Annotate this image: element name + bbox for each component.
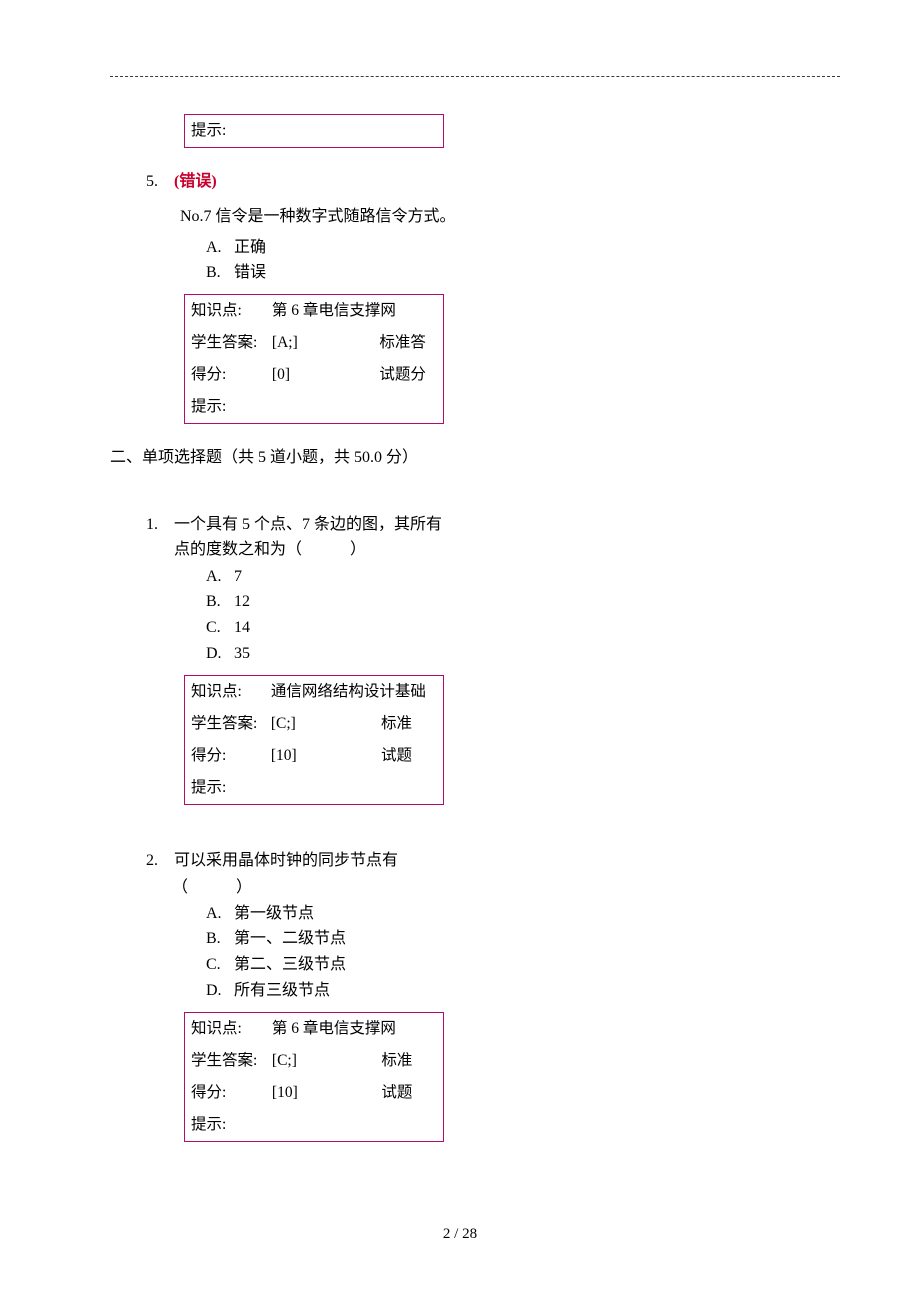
answer-box-q5: 知识点: 第 6 章电信支撑网 学生答案: [A;] 标准答 得分: [0] 试… [184, 294, 444, 424]
spacer [110, 473, 820, 513]
hint-label: 提示: [185, 391, 266, 424]
option-d: D.35 [206, 642, 820, 667]
kp-value: 第 6 章电信支撑网 [266, 1012, 444, 1045]
question-5-options: A.正确 B.错误 [206, 236, 820, 287]
question-number: 1. [146, 513, 170, 538]
option-d: D.所有三级节点 [206, 979, 820, 1004]
score-value: [10] [266, 1077, 375, 1109]
question-2-text-line2: （ ） [172, 876, 820, 901]
question-1-options: A.7 B.12 C.14 D.35 [206, 565, 820, 667]
standard-cut: 标准 [375, 708, 443, 740]
question-number: 2. [146, 849, 170, 874]
score-label: 得分: [185, 359, 266, 391]
option-b: B.第一、二级节点 [206, 927, 820, 952]
student-answer-value: [A;] [266, 327, 373, 359]
page-footer: 2 / 28 [0, 1223, 920, 1246]
spacer [110, 827, 820, 849]
kp-value: 第 6 章电信支撑网 [266, 295, 444, 328]
kp-value: 通信网络结构设计基础 [265, 675, 444, 708]
hint-label: 提示: [185, 1109, 266, 1142]
question-2-text-line1: 可以采用晶体时钟的同步节点有 [174, 852, 398, 869]
kp-label: 知识点: [185, 295, 266, 328]
option-b: B.12 [206, 590, 820, 615]
student-answer-value: [C;] [265, 708, 375, 740]
standard-cut: 标准 [375, 1045, 443, 1077]
kp-label: 知识点: [185, 675, 265, 708]
fullscore-cut: 试题 [375, 740, 443, 772]
kp-label: 知识点: [185, 1012, 266, 1045]
option-a: A.第一级节点 [206, 902, 820, 927]
score-value: [10] [265, 740, 375, 772]
question-2-options: A.第一级节点 B.第一、二级节点 C.第二、三级节点 D.所有三级节点 [206, 902, 820, 1004]
fullscore-cut: 试题 [375, 1077, 443, 1109]
option-c: C.14 [206, 616, 820, 641]
hint-label: 提示: [185, 772, 265, 805]
option-a: A.7 [206, 565, 820, 590]
student-answer-label: 学生答案: [185, 708, 265, 740]
answer-box-prev: 提示: [184, 114, 444, 148]
fullscore-cut: 试题分 [373, 359, 443, 391]
question-5-header: 5. (错误) [146, 170, 820, 195]
student-answer-label: 学生答案: [185, 1045, 266, 1077]
status-badge: (错误) [174, 173, 217, 190]
question-1-text-inline: 一个具有 5 个点、7 条边的图，其所有点的度数之和为（ ） [174, 513, 444, 563]
standard-cut: 标准答 [373, 327, 443, 359]
hint-label: 提示: [185, 115, 264, 148]
question-number: 5. [146, 170, 170, 195]
option-c: C.第二、三级节点 [206, 953, 820, 978]
answer-box-q1: 知识点: 通信网络结构设计基础 学生答案: [C;] 标准 得分: [10] 试… [184, 675, 444, 805]
section-2-heading: 二、单项选择题（共 5 道小题，共 50.0 分） [110, 446, 820, 471]
score-label: 得分: [185, 1077, 266, 1109]
answer-box-q2: 知识点: 第 6 章电信支撑网 学生答案: [C;] 标准 得分: [10] 试… [184, 1012, 444, 1142]
question-2-header: 2. 可以采用晶体时钟的同步节点有 [146, 849, 820, 874]
student-answer-value: [C;] [266, 1045, 375, 1077]
page: 提示: 5. (错误) No.7 信令是一种数字式随路信令方式。 A.正确 B.… [0, 0, 920, 1302]
content-area: 提示: 5. (错误) No.7 信令是一种数字式随路信令方式。 A.正确 B.… [110, 76, 820, 1142]
score-label: 得分: [185, 740, 265, 772]
option-b: B.错误 [206, 261, 820, 286]
header-divider [110, 76, 840, 77]
option-a: A.正确 [206, 236, 820, 261]
question-5-text: No.7 信令是一种数字式随路信令方式。 [180, 205, 480, 230]
student-answer-label: 学生答案: [185, 327, 266, 359]
score-value: [0] [266, 359, 373, 391]
question-1-header: 1. 一个具有 5 个点、7 条边的图，其所有点的度数之和为（ ） [146, 513, 820, 563]
